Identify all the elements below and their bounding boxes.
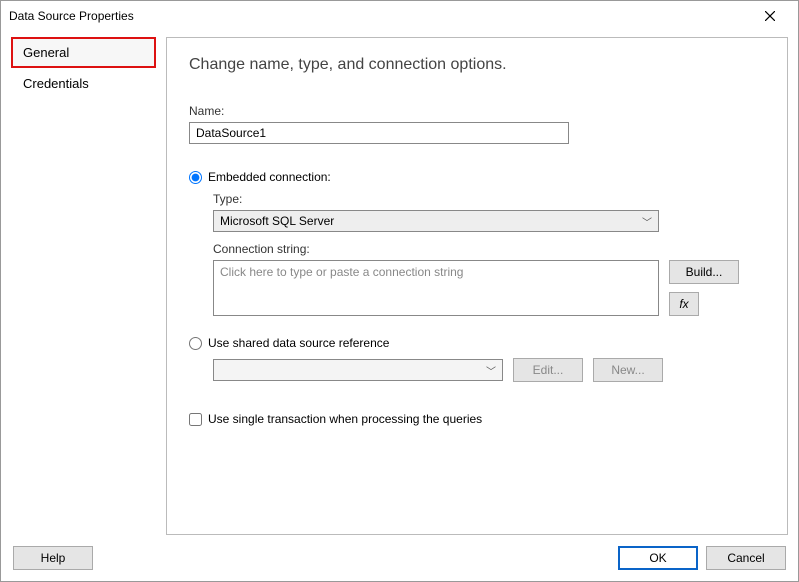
help-button[interactable]: Help — [13, 546, 93, 570]
ok-button[interactable]: OK — [618, 546, 698, 570]
name-label: Name: — [189, 104, 765, 118]
name-input[interactable] — [189, 122, 569, 144]
shared-radio-row[interactable]: Use shared data source reference — [189, 336, 765, 350]
sidebar-item-general[interactable]: General — [11, 37, 156, 68]
chevron-down-icon: ﹀ — [642, 214, 652, 229]
sidebar-item-label: General — [23, 45, 69, 60]
shared-section: Use shared data source reference ﹀ Edit.… — [189, 336, 765, 382]
connection-string-buttons: Build... fx — [669, 260, 739, 316]
type-select-value: Microsoft SQL Server — [220, 214, 334, 228]
shared-radio-label: Use shared data source reference — [208, 336, 389, 350]
embedded-radio-label: Embedded connection: — [208, 170, 331, 184]
new-button: New... — [593, 358, 663, 382]
dialog-window: Data Source Properties General Credentia… — [0, 0, 799, 582]
shared-select: ﹀ — [213, 359, 503, 381]
embedded-section: Embedded connection: Type: Microsoft SQL… — [189, 170, 765, 316]
single-transaction-checkbox[interactable] — [189, 413, 202, 426]
single-transaction-label: Use single transaction when processing t… — [208, 412, 482, 426]
cancel-button[interactable]: Cancel — [706, 546, 786, 570]
type-select[interactable]: Microsoft SQL Server ﹀ — [213, 210, 659, 232]
connection-string-label: Connection string: — [213, 242, 765, 256]
sidebar: General Credentials — [11, 37, 156, 535]
name-field-group: Name: — [189, 104, 765, 144]
panel-heading: Change name, type, and connection option… — [189, 56, 765, 74]
main-panel: Change name, type, and connection option… — [166, 37, 788, 535]
embedded-radio[interactable] — [189, 171, 202, 184]
connection-string-input[interactable] — [213, 260, 659, 316]
embedded-details: Type: Microsoft SQL Server ﹀ Connection … — [213, 192, 765, 316]
window-title: Data Source Properties — [9, 9, 750, 23]
sidebar-item-credentials[interactable]: Credentials — [11, 68, 156, 99]
chevron-down-icon: ﹀ — [486, 363, 496, 378]
build-button[interactable]: Build... — [669, 260, 739, 284]
titlebar: Data Source Properties — [1, 1, 798, 31]
sidebar-item-label: Credentials — [23, 76, 89, 91]
connection-string-row: Build... fx — [213, 260, 765, 316]
edit-button: Edit... — [513, 358, 583, 382]
shared-radio[interactable] — [189, 337, 202, 350]
dialog-body: General Credentials Change name, type, a… — [1, 31, 798, 535]
single-transaction-row[interactable]: Use single transaction when processing t… — [189, 412, 765, 426]
dialog-footer: Help OK Cancel — [1, 535, 798, 581]
type-label: Type: — [213, 192, 765, 206]
fx-button[interactable]: fx — [669, 292, 699, 316]
close-icon — [765, 11, 775, 21]
shared-details: ﹀ Edit... New... — [213, 358, 765, 382]
embedded-radio-row[interactable]: Embedded connection: — [189, 170, 765, 184]
close-button[interactable] — [750, 2, 790, 30]
